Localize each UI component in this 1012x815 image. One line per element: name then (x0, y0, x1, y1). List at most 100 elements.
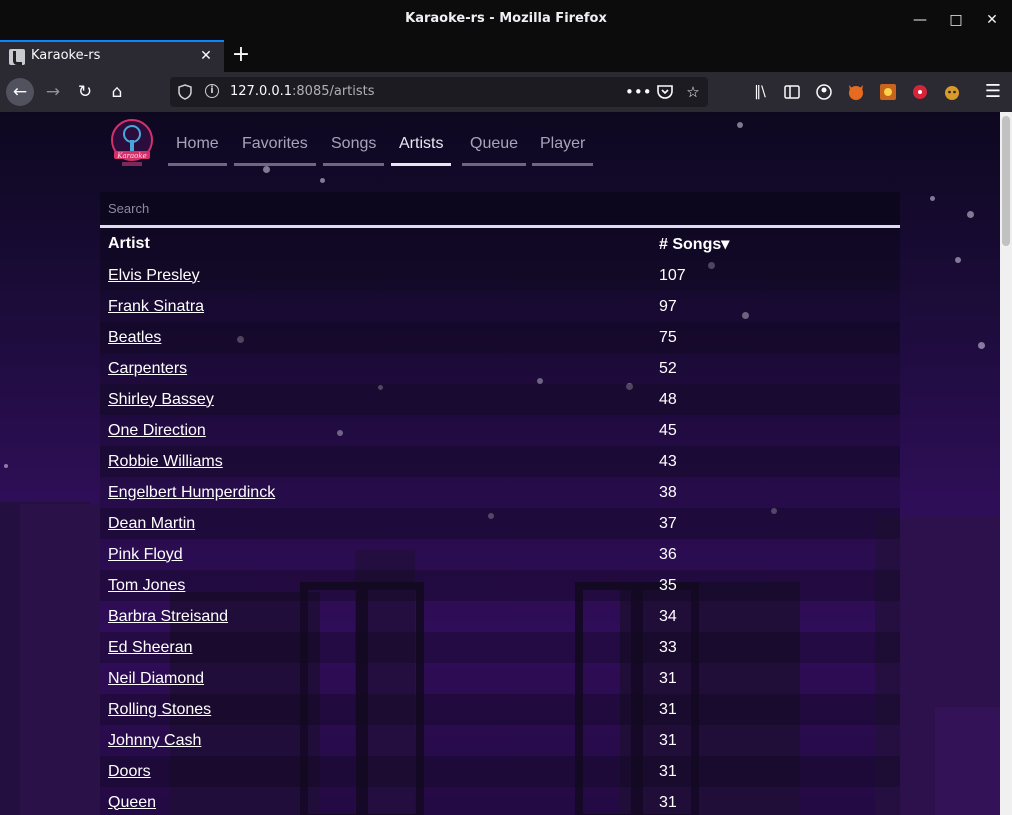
library-icon[interactable]: ‖\ (749, 81, 771, 103)
bookmark-star-icon[interactable]: ☆ (682, 81, 704, 103)
column-header-songs[interactable]: # Songs▾ (651, 228, 900, 260)
artist-cell: Ed Sheeran (100, 632, 651, 663)
song-count-cell: 34 (651, 601, 900, 632)
table-row: Engelbert Humperdinck 38 (100, 477, 900, 508)
artist-cell: Rolling Stones (100, 694, 651, 725)
minimize-icon[interactable]: — (908, 8, 932, 32)
sidebar-icon[interactable] (781, 81, 803, 103)
song-count-cell: 37 (651, 508, 900, 539)
artist-cell: Pink Floyd (100, 539, 651, 570)
artist-cell: Engelbert Humperdinck (100, 477, 651, 508)
star (4, 464, 8, 468)
song-count-cell: 48 (651, 384, 900, 415)
artist-link[interactable]: Dean Martin (108, 515, 195, 532)
table-row: Johnny Cash 31 (100, 725, 900, 756)
new-tab-icon[interactable]: + (230, 44, 252, 68)
extension-monkey-icon[interactable] (941, 81, 963, 103)
artist-cell: Elvis Presley (100, 260, 651, 291)
artist-link[interactable]: Johnny Cash (108, 732, 201, 749)
artist-link[interactable]: One Direction (108, 422, 206, 439)
karaoke-logo[interactable]: Karaoke (108, 118, 156, 170)
artist-link[interactable]: Tom Jones (108, 577, 185, 594)
tab-favicon-icon (9, 49, 25, 65)
artist-link[interactable]: Queen (108, 794, 156, 811)
scrollbar-thumb[interactable] (1002, 116, 1010, 246)
reload-icon[interactable]: ↻ (71, 78, 99, 106)
page-actions-icon[interactable]: ••• (625, 81, 652, 103)
column-header-artist[interactable]: Artist (100, 228, 651, 260)
site-info-icon[interactable]: i (205, 84, 219, 98)
nav-favorites[interactable]: Favorites (234, 112, 316, 166)
extension-record-icon[interactable] (909, 81, 931, 103)
table-row: Shirley Bassey 48 (100, 384, 900, 415)
hamburger-menu-icon[interactable]: ☰ (982, 81, 1004, 103)
window-titlebar: Karaoke-rs - Mozilla Firefox — □ ✕ (0, 0, 1012, 40)
artists-panel: Artist # Songs▾ Elvis Presley107Frank Si… (100, 192, 900, 815)
table-row: Dean Martin 37 (100, 508, 900, 539)
site-header: Karaoke Home Favorites Songs Artists Que… (100, 112, 900, 172)
table-row: One Direction 45 (100, 415, 900, 446)
artist-link[interactable]: Doors (108, 763, 151, 780)
table-row: Ed Sheeran 33 (100, 632, 900, 663)
song-count-cell: 36 (651, 539, 900, 570)
table-row: Rolling Stones 31 (100, 694, 900, 725)
nav-home[interactable]: Home (168, 112, 227, 166)
svg-text:Karaoke: Karaoke (116, 152, 147, 160)
search-input[interactable] (100, 192, 900, 228)
nav-queue[interactable]: Queue (462, 112, 527, 166)
account-icon[interactable] (813, 81, 835, 103)
nav-player[interactable]: Player (532, 112, 594, 166)
artist-link[interactable]: Rolling Stones (108, 701, 211, 718)
artist-link[interactable]: Elvis Presley (108, 267, 200, 284)
artist-cell: Robbie Williams (100, 446, 651, 477)
table-row: Frank Sinatra 97 (100, 291, 900, 322)
page-scrollbar[interactable] (1000, 112, 1012, 815)
artist-cell: Queen (100, 787, 651, 815)
tab-strip: Karaoke-rs ✕ + (0, 40, 1012, 72)
artist-link[interactable]: Robbie Williams (108, 453, 223, 470)
maximize-icon[interactable]: □ (944, 8, 968, 32)
artist-link[interactable]: Shirley Bassey (108, 391, 214, 408)
nav-songs[interactable]: Songs (323, 112, 385, 166)
table-row: Elvis Presley 107 (100, 260, 900, 291)
pocket-icon[interactable] (654, 81, 676, 103)
artist-link[interactable]: Frank Sinatra (108, 298, 204, 315)
artist-link[interactable]: Ed Sheeran (108, 639, 193, 656)
song-count-cell: 75 (651, 322, 900, 353)
artist-cell: Dean Martin (100, 508, 651, 539)
url-bar[interactable]: i 127.0.0.1:8085/artists ••• ☆ (170, 77, 708, 107)
artist-link[interactable]: Barbra Streisand (108, 608, 228, 625)
artist-link[interactable]: Pink Floyd (108, 546, 183, 563)
url-text[interactable]: 127.0.0.1:8085/artists (230, 84, 375, 99)
artist-link[interactable]: Carpenters (108, 360, 187, 377)
extension-fox-icon[interactable] (845, 81, 867, 103)
artist-link[interactable]: Engelbert Humperdinck (108, 484, 275, 501)
song-count-cell: 33 (651, 632, 900, 663)
song-count-cell: 31 (651, 694, 900, 725)
page-viewport: Karaoke Home Favorites Songs Artists Que… (0, 112, 1000, 815)
artist-cell: Tom Jones (100, 570, 651, 601)
table-row: Doors 31 (100, 756, 900, 787)
tab-karaoke[interactable]: Karaoke-rs ✕ (0, 40, 224, 72)
skyline-building (935, 707, 1000, 815)
nav-artists[interactable]: Artists (391, 112, 452, 166)
artist-cell: Doors (100, 756, 651, 787)
artist-link[interactable]: Beatles (108, 329, 161, 346)
forward-arrow-icon[interactable]: → (39, 78, 67, 106)
extension-sun-icon[interactable] (877, 81, 899, 103)
artist-cell: Beatles (100, 322, 651, 353)
tracking-shield-icon[interactable] (178, 84, 192, 100)
star (955, 257, 961, 263)
back-arrow-icon[interactable]: ← (6, 78, 34, 106)
artist-cell: Shirley Bassey (100, 384, 651, 415)
table-row: Tom Jones 35 (100, 570, 900, 601)
song-count-cell: 31 (651, 787, 900, 815)
artist-cell: Neil Diamond (100, 663, 651, 694)
home-icon[interactable]: ⌂ (103, 78, 131, 106)
skyline-building (20, 504, 100, 815)
close-window-icon[interactable]: ✕ (980, 8, 1004, 32)
artist-link[interactable]: Neil Diamond (108, 670, 204, 687)
song-count-cell: 31 (651, 756, 900, 787)
close-tab-icon[interactable]: ✕ (196, 46, 216, 66)
song-count-cell: 35 (651, 570, 900, 601)
